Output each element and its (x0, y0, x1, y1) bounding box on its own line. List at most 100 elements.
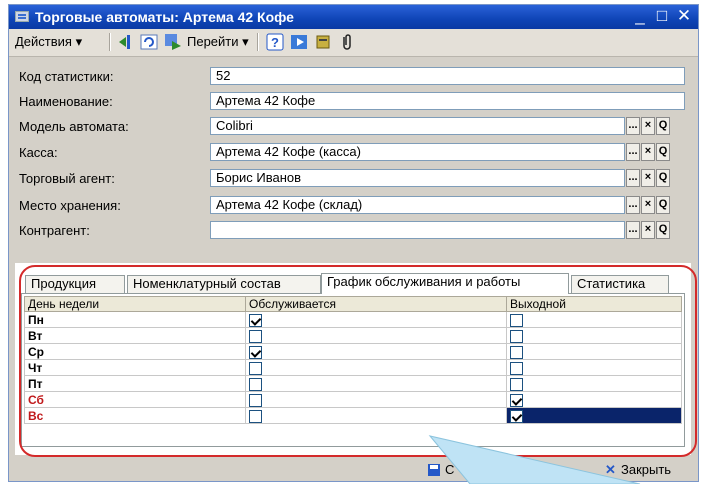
served-cell[interactable] (245, 311, 507, 328)
table-row[interactable]: Сб (24, 391, 682, 408)
column-header-served[interactable]: Обслуживается (245, 296, 507, 312)
tab-statistics[interactable]: Статистика (571, 275, 669, 293)
dayoff-checkbox[interactable] (510, 409, 523, 423)
day-cell[interactable]: Сб (24, 391, 246, 408)
served-cell[interactable] (245, 343, 507, 360)
sales-agent-clear-icon[interactable]: × (641, 169, 655, 187)
table-row[interactable]: Чт (24, 359, 682, 376)
app-window: Торговые автоматы: Артема 42 Кофе _ □ ✕ … (8, 4, 699, 482)
dayoff-cell[interactable] (506, 343, 682, 360)
attachment-icon[interactable] (338, 33, 356, 51)
close-icon: ✕ (605, 462, 616, 477)
table-row[interactable]: Вт (24, 327, 682, 344)
navigate-icon[interactable] (164, 33, 182, 51)
dayoff-checkbox[interactable] (510, 393, 523, 407)
served-checkbox[interactable] (249, 377, 262, 391)
cashbox-select-button[interactable]: ... (626, 143, 640, 161)
served-checkbox[interactable] (249, 345, 262, 359)
close-button[interactable]: ✕ Закрыть (601, 460, 671, 480)
tab-service-schedule[interactable]: График обслуживания и работы (321, 273, 569, 294)
toolbar: Действия ▾ Перейти ▾ ? (9, 29, 698, 57)
served-checkbox[interactable] (249, 313, 262, 327)
tab-nomenclature[interactable]: Номенклатурный состав (127, 275, 321, 293)
window-title: Торговые автоматы: Артема 42 Кофе (35, 9, 294, 25)
save-icon (428, 464, 440, 476)
served-checkbox[interactable] (249, 409, 262, 423)
toolbar-separator (109, 33, 111, 51)
dayoff-cell[interactable] (506, 311, 682, 328)
minimize-button[interactable]: _ (630, 6, 650, 26)
counterparty-open-icon[interactable]: Q (656, 221, 670, 239)
sales-agent-field[interactable]: Борис Иванов (210, 169, 625, 187)
name-field[interactable]: Артема 42 Кофе (210, 92, 685, 110)
day-cell[interactable]: Чт (24, 359, 246, 376)
served-cell[interactable] (245, 375, 507, 392)
dayoff-cell[interactable] (506, 391, 682, 408)
column-header-day[interactable]: День недели (24, 296, 246, 312)
served-cell[interactable] (245, 359, 507, 376)
table-row[interactable]: Вс (24, 407, 682, 424)
dayoff-cell[interactable] (506, 407, 682, 424)
tab-bar: Продукция Номенклатурный состав График о… (15, 273, 685, 294)
dayoff-checkbox[interactable] (510, 361, 523, 375)
save-button[interactable]: С (425, 460, 454, 480)
window-icon (15, 11, 29, 22)
dayoff-checkbox[interactable] (510, 313, 523, 327)
dayoff-cell[interactable] (506, 359, 682, 376)
dayoff-cell[interactable] (506, 375, 682, 392)
counterparty-field[interactable] (210, 221, 625, 239)
table-row[interactable]: Пт (24, 375, 682, 392)
schedule-table: День недели Обслуживается Выходной Пн Вт С… (24, 296, 682, 424)
day-cell[interactable]: Пн (24, 311, 246, 328)
statistics-code-field[interactable]: 52 (210, 67, 685, 85)
machine-model-field[interactable]: Colibri (210, 117, 625, 135)
grid-header-row: День недели Обслуживается Выходной (24, 296, 682, 312)
day-cell[interactable]: Вс (24, 407, 246, 424)
refresh-icon[interactable] (140, 33, 158, 51)
export-icon[interactable] (290, 33, 308, 51)
machine-model-open-icon[interactable]: Q (656, 117, 670, 135)
column-header-dayoff[interactable]: Выходной (506, 296, 682, 312)
document-icon[interactable] (314, 33, 332, 51)
table-row[interactable]: Ср (24, 343, 682, 360)
storage-clear-icon[interactable]: × (641, 196, 655, 214)
machine-model-select-button[interactable]: ... (626, 117, 640, 135)
storage-field[interactable]: Артема 42 Кофе (склад) (210, 196, 625, 214)
served-cell[interactable] (245, 407, 507, 424)
save-button-label: С (445, 462, 455, 477)
counterparty-select-button[interactable]: ... (626, 221, 640, 239)
served-checkbox[interactable] (249, 329, 262, 343)
served-cell[interactable] (245, 391, 507, 408)
close-window-button[interactable]: ✕ (674, 6, 694, 26)
dayoff-checkbox[interactable] (510, 329, 523, 343)
day-cell[interactable]: Пт (24, 375, 246, 392)
day-cell[interactable]: Ср (24, 343, 246, 360)
tab-products[interactable]: Продукция (25, 275, 125, 293)
served-checkbox[interactable] (249, 361, 262, 375)
cashbox-clear-icon[interactable]: × (641, 143, 655, 161)
schedule-grid: День недели Обслуживается Выходной Пн Вт С… (21, 293, 685, 447)
help-icon[interactable]: ? (266, 33, 284, 51)
back-arrow-icon[interactable] (117, 33, 135, 51)
cashbox-open-icon[interactable]: Q (656, 143, 670, 161)
served-checkbox[interactable] (249, 393, 262, 407)
bottom-bar: С ✕ Закрыть (9, 457, 698, 481)
day-cell[interactable]: Вт (24, 327, 246, 344)
name-label: Наименование: (19, 94, 113, 109)
storage-select-button[interactable]: ... (626, 196, 640, 214)
actions-menu[interactable]: Действия ▾ (15, 32, 82, 52)
storage-open-icon[interactable]: Q (656, 196, 670, 214)
sales-agent-open-icon[interactable]: Q (656, 169, 670, 187)
dayoff-checkbox[interactable] (510, 345, 523, 359)
machine-model-clear-icon[interactable]: × (641, 117, 655, 135)
table-row[interactable]: Пн (24, 311, 682, 328)
dayoff-cell[interactable] (506, 327, 682, 344)
sales-agent-select-button[interactable]: ... (626, 169, 640, 187)
maximize-button[interactable]: □ (652, 6, 672, 26)
dayoff-checkbox[interactable] (510, 377, 523, 391)
cashbox-field[interactable]: Артема 42 Кофе (касса) (210, 143, 625, 161)
counterparty-clear-icon[interactable]: × (641, 221, 655, 239)
counterparty-label: Контрагент: (19, 223, 90, 238)
served-cell[interactable] (245, 327, 507, 344)
goto-menu[interactable]: Перейти ▾ (187, 32, 249, 52)
